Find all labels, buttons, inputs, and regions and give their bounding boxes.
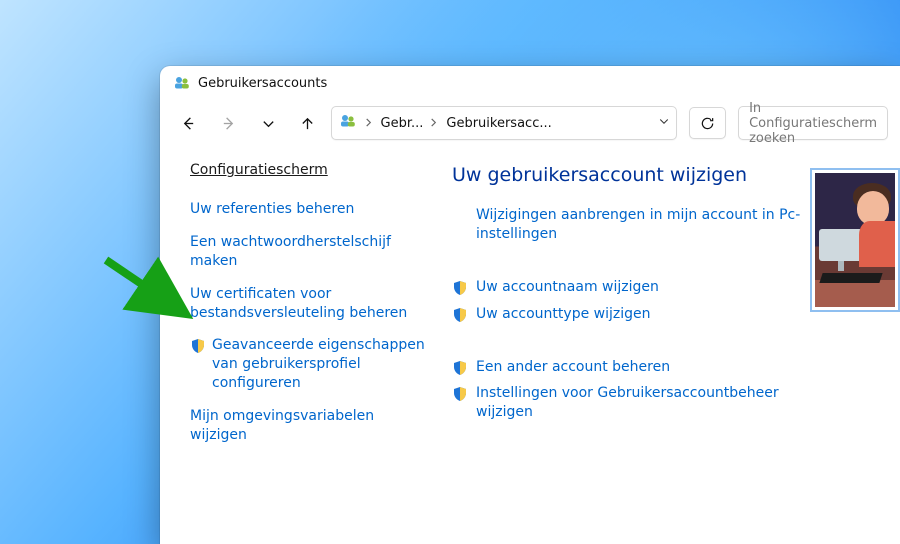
link-change-account-name[interactable]: Uw accountnaam wijzigen	[476, 278, 659, 297]
link-change-account-type[interactable]: Uw accounttype wijzigen	[476, 305, 651, 324]
breadcrumb-item[interactable]: Gebruikersacc...	[446, 116, 551, 131]
shield-icon	[452, 386, 468, 402]
sidebar: Configuratiescherm Uw referenties behere…	[160, 146, 444, 544]
sidebar-task-advanced-profile[interactable]: Geavanceerde eigenschappen van gebruiker…	[212, 336, 430, 393]
forward-button[interactable]	[212, 107, 246, 139]
arrow-left-icon	[181, 116, 196, 131]
up-button[interactable]	[291, 107, 325, 139]
account-picture-image	[815, 173, 895, 307]
main-panel: Uw gebruikersaccount wijzigen Wijziginge…	[444, 146, 900, 544]
sidebar-task-certificates[interactable]: Uw certificaten voor bestandsversleuteli…	[190, 285, 430, 323]
arrow-up-icon	[300, 116, 315, 131]
account-picture[interactable]	[810, 168, 900, 312]
window-title: Gebruikersaccounts	[198, 76, 327, 91]
annotation-arrow-icon	[100, 252, 210, 332]
search-placeholder: In Configuratiescherm zoeken	[749, 101, 877, 146]
content-area: Configuratiescherm Uw referenties behere…	[160, 146, 900, 544]
breadcrumb-item[interactable]: Gebr...	[381, 116, 439, 131]
shield-icon	[190, 338, 206, 354]
sidebar-task-environment-vars[interactable]: Mijn omgevingsvariabelen wijzigen	[190, 407, 430, 445]
control-panel-home-link[interactable]: Configuratiescherm	[190, 162, 430, 178]
search-input[interactable]: In Configuratiescherm zoeken	[738, 106, 888, 140]
toolbar: Gebr... Gebruikersacc... In Configuratie…	[160, 100, 900, 146]
control-panel-window: Gebruikersaccounts Gebr...	[160, 66, 900, 544]
link-pc-settings-account[interactable]: Wijzigingen aanbrengen in mijn account i…	[476, 206, 822, 244]
chevron-down-icon	[261, 116, 276, 131]
sidebar-task-password-reset-disk[interactable]: Een wachtwoordherstelschijf maken	[190, 233, 430, 271]
arrow-right-icon	[221, 116, 236, 131]
refresh-button[interactable]	[689, 107, 727, 139]
chevron-down-icon	[658, 115, 670, 127]
back-button[interactable]	[172, 107, 206, 139]
chevron-right-icon	[364, 116, 373, 131]
address-dropdown[interactable]	[658, 115, 670, 131]
refresh-icon	[700, 116, 715, 131]
sidebar-task-credentials[interactable]: Uw referenties beheren	[190, 200, 430, 219]
chevron-right-icon	[429, 116, 438, 131]
user-accounts-icon	[340, 113, 356, 133]
shield-icon	[452, 360, 468, 376]
title-bar[interactable]: Gebruikersaccounts	[160, 66, 900, 100]
link-uac-settings[interactable]: Instellingen voor Gebruikersaccountbehee…	[476, 384, 822, 422]
user-accounts-icon	[174, 75, 190, 91]
link-manage-other-account[interactable]: Een ander account beheren	[476, 358, 670, 377]
address-bar[interactable]: Gebr... Gebruikersacc...	[331, 106, 677, 140]
shield-icon	[452, 280, 468, 296]
recent-locations-button[interactable]	[251, 107, 285, 139]
shield-icon	[452, 307, 468, 323]
